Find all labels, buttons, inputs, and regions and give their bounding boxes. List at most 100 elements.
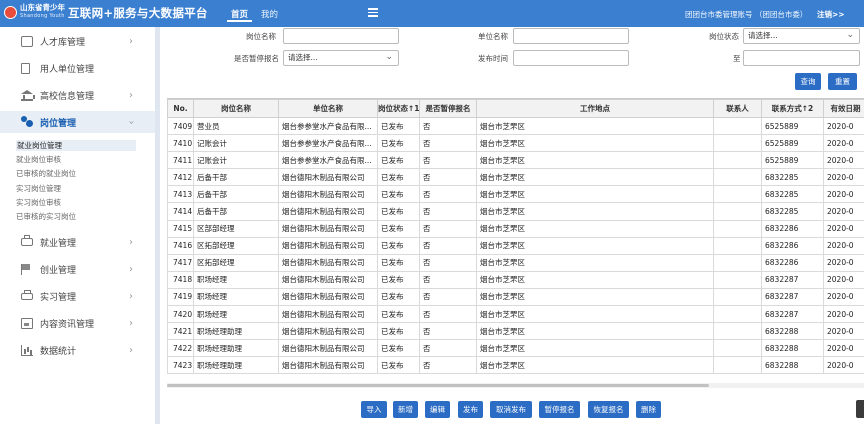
cell-status: 已发布: [377, 185, 420, 204]
sidebar-item-internship[interactable]: 实习管理 ›: [0, 285, 155, 307]
table-row[interactable]: 7413 后备干部 烟台德阳木制品有限公司 已发布否烟台市芝罘区 6832285 2020…: [167, 185, 864, 204]
publish-button[interactable]: 发布: [458, 401, 483, 418]
column-header-no[interactable]: No.: [167, 99, 194, 118]
cell-contact: [713, 287, 762, 307]
column-header-contact[interactable]: 联系人: [713, 99, 762, 118]
cell-location: 烟台市芝罘区: [476, 168, 714, 187]
sub-item-reviewed-jobs[interactable]: 已审核的就业岗位: [16, 168, 76, 179]
position-status-select[interactable]: 请选择...: [743, 28, 860, 44]
cell-paused: 否: [419, 322, 477, 341]
sub-item-job-positions[interactable]: 就业岗位管理: [16, 140, 136, 151]
sidebar-item-label: 就业管理: [40, 238, 77, 249]
publish-time-end-input[interactable]: [743, 50, 860, 66]
table-row[interactable]: 7417 区拓部经理 烟台德阳木制品有限公司 已发布否烟台市芝罘区 6832286 202…: [167, 253, 864, 272]
printer-icon: [21, 290, 33, 300]
sidebar-item-label: 高校信息管理: [40, 91, 95, 102]
pause-signup-button[interactable]: 暂停报名: [539, 401, 580, 418]
chevron-right-icon: ›: [129, 263, 133, 275]
column-header-position-name[interactable]: 岗位名称: [193, 99, 279, 118]
query-button[interactable]: 查询: [795, 73, 821, 90]
cell-unit-name: 烟台德阳木制品有限公司: [278, 339, 378, 358]
cell-valid-date: 2020-0: [823, 322, 864, 341]
sub-item-reviewed-interns[interactable]: 已审核的实习岗位: [16, 211, 76, 222]
logo[interactable]: 山东省青少年 Shandong Youth: [4, 3, 65, 21]
sidebar-item-content[interactable]: 内容资讯管理 ›: [0, 312, 155, 334]
column-header-phone[interactable]: 联系方式↑2: [761, 99, 824, 118]
cell-unit-name: 烟台德阳木制品有限公司: [278, 356, 378, 375]
cell-status: 已发布: [377, 219, 420, 238]
cell-contact: [713, 322, 762, 341]
sub-item-job-review[interactable]: 就业岗位审核: [16, 154, 61, 165]
floating-side-widget[interactable]: [856, 400, 864, 418]
table-row[interactable]: 7420 职场经理 烟台德阳木制品有限公司 已发布否烟台市芝罘区 6832287 2020…: [167, 305, 864, 324]
sidebar-item-talent-pool[interactable]: 人才库管理 ›: [0, 30, 155, 52]
cell-phone: 6832285: [761, 185, 824, 204]
table-row[interactable]: 7414 后备干部 烟台德阳木制品有限公司 已发布否烟台市芝罘区 6832285 2020…: [167, 202, 864, 221]
cell-contact: [713, 305, 762, 324]
scrollbar-thumb[interactable]: [167, 384, 709, 387]
nav-tab-mine[interactable]: 我的: [261, 8, 278, 20]
unit-name-input[interactable]: [513, 28, 629, 44]
cell-contact: [713, 219, 762, 238]
cell-paused: 否: [419, 219, 477, 238]
cell-paused: 否: [419, 116, 477, 136]
positions-table: No. 岗位名称 单位名称 岗位状态↑1 是否暂停报名 工作地点 联系人 联系方…: [167, 98, 864, 386]
table-row[interactable]: 7412 后备干部 烟台德阳木制品有限公司 已发布否烟台市芝罘区 6832285 2020…: [167, 168, 864, 187]
chevron-right-icon: ›: [129, 290, 133, 302]
cancel-publish-button[interactable]: 取消发布: [490, 401, 532, 418]
horizontal-scrollbar[interactable]: [167, 383, 864, 388]
cell-position-name: 区拓部经理: [193, 253, 279, 272]
cell-paused: 否: [419, 287, 477, 307]
add-button[interactable]: 新增: [393, 401, 418, 418]
sidebar-item-employment[interactable]: 就业管理 ›: [0, 231, 155, 253]
resume-signup-button[interactable]: 恢复报名: [588, 401, 629, 418]
table-row[interactable]: 7422 职场经理助理 烟台德阳木制品有限公司 已发布否烟台市芝罘区 6832288 20…: [167, 339, 864, 358]
column-header-paused[interactable]: 是否暂停报名: [419, 99, 477, 118]
column-header-status[interactable]: 岗位状态↑1: [377, 99, 420, 118]
hamburger-icon[interactable]: [368, 8, 378, 17]
table-body: 7409 营业员 烟台参参堂水产食品有限... 已发布否烟台市芝罘区 6525889 20…: [167, 116, 864, 375]
import-button[interactable]: 导入: [361, 401, 387, 418]
table-row[interactable]: 7421 职场经理助理 烟台德阳木制品有限公司 已发布否烟台市芝罘区 6832288 20…: [167, 322, 864, 341]
table-row[interactable]: 7416 区拓部经理 烟台德阳木制品有限公司 已发布否烟台市芝罘区 6832286 202…: [167, 236, 864, 255]
sub-item-intern-review[interactable]: 实习岗位审核: [16, 197, 61, 208]
cell-unit-name: 烟台德阳木制品有限公司: [278, 270, 378, 289]
table-row[interactable]: 7409 营业员 烟台参参堂水产食品有限... 已发布否烟台市芝罘区 6525889 20…: [167, 116, 864, 136]
sidebar-item-entrepreneurship[interactable]: 创业管理 ›: [0, 258, 155, 280]
youth-emblem-icon: [4, 5, 17, 19]
table-row[interactable]: 7411 记账会计 烟台参参堂水产食品有限... 已发布否烟台市芝罘区 6525889 2…: [167, 151, 864, 170]
cell-contact: [713, 151, 762, 170]
sidebar-item-statistics[interactable]: 数据统计 ›: [0, 339, 155, 361]
sidebar-item-positions[interactable]: 岗位管理 ›: [0, 111, 155, 133]
cell-location: 烟台市芝罘区: [476, 322, 714, 341]
table-row[interactable]: 7418 职场经理 烟台德阳木制品有限公司 已发布否烟台市芝罘区 6832287 2020…: [167, 270, 864, 289]
edit-button[interactable]: 编辑: [425, 401, 450, 418]
cell-location: 烟台市芝罘区: [476, 185, 714, 204]
position-name-input[interactable]: [283, 28, 399, 44]
pause-signup-select[interactable]: 请选择...: [283, 50, 399, 66]
delete-button[interactable]: 删除: [636, 401, 661, 418]
publish-time-start-input[interactable]: [513, 50, 629, 66]
cell-unit-name: 烟台德阳木制品有限公司: [278, 287, 378, 307]
table-row[interactable]: 7419 职场经理 烟台德阳木制品有限公司 已发布否烟台市芝罘区 6832287 2020…: [167, 287, 864, 307]
sidebar-item-colleges[interactable]: 高校信息管理 ›: [0, 84, 155, 106]
cell-unit-name: 烟台德阳木制品有限公司: [278, 253, 378, 272]
logout-link[interactable]: 注销>>: [817, 9, 845, 20]
cell-paused: 否: [419, 339, 477, 358]
column-header-valid-date[interactable]: 有效日期: [823, 99, 864, 118]
column-header-unit-name[interactable]: 单位名称: [278, 99, 378, 118]
sub-item-intern-positions[interactable]: 实习岗位管理: [16, 183, 61, 194]
table-row[interactable]: 7423 职场经理助理 烟台德阳木制品有限公司 已发布否烟台市芝罘区 6832288 20…: [167, 356, 864, 375]
column-header-location[interactable]: 工作地点: [476, 99, 714, 118]
sidebar-item-employers[interactable]: 用人单位管理: [0, 57, 155, 79]
reset-button[interactable]: 重置: [828, 73, 857, 90]
cell-no: 7412: [167, 168, 194, 187]
cell-status: 已发布: [377, 322, 420, 341]
nav-tab-home[interactable]: 首页: [226, 8, 253, 22]
cell-valid-date: 2020-0: [823, 168, 864, 187]
cell-position-name: 区拓部经理: [193, 236, 279, 255]
cell-location: 烟台市芝罘区: [476, 356, 714, 375]
table-row[interactable]: 7410 记账会计 烟台参参堂水产食品有限... 已发布否烟台市芝罘区 6525889 2…: [167, 134, 864, 153]
table-row[interactable]: 7415 区部部经理 烟台德阳木制品有限公司 已发布否烟台市芝罘区 6832286 202…: [167, 219, 864, 238]
cell-phone: 6832286: [761, 253, 824, 272]
